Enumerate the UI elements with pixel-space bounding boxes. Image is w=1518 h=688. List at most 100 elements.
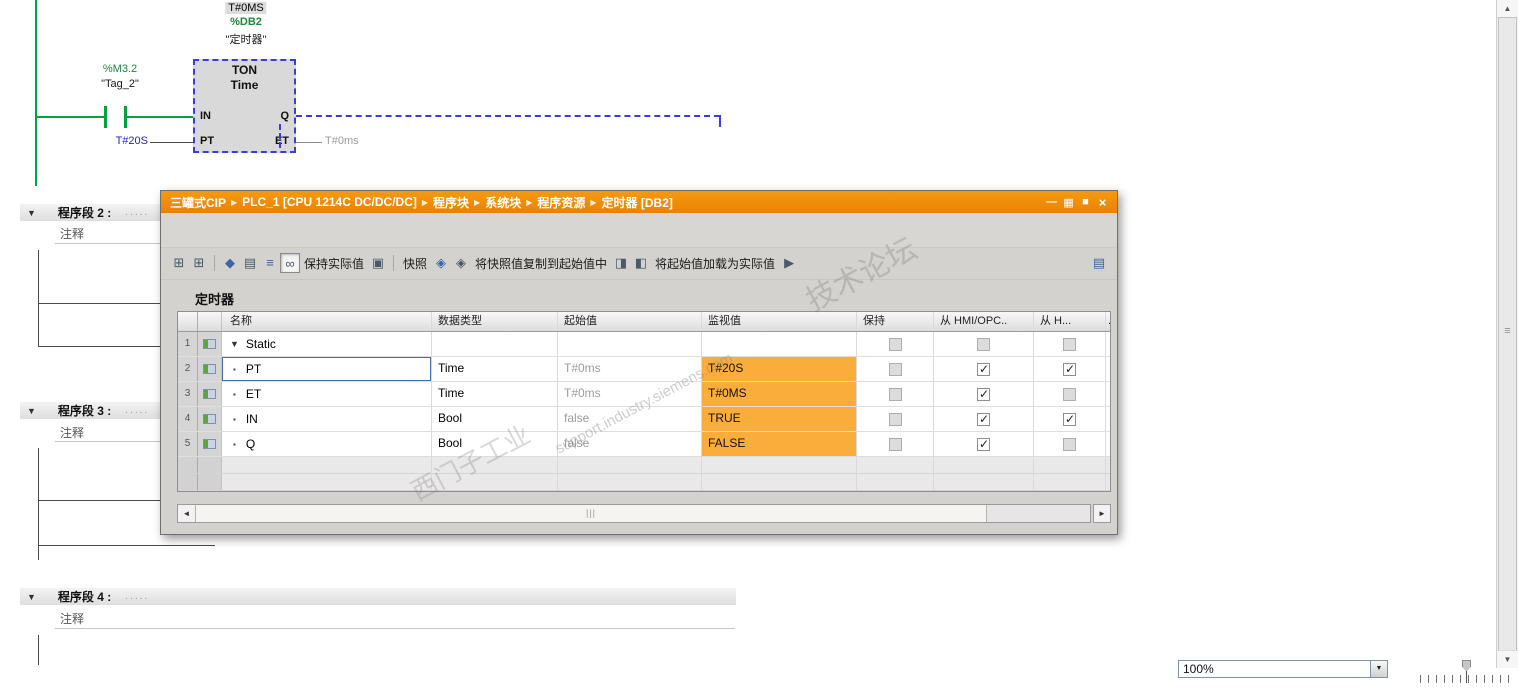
download-values-icon[interactable]: ◆: [220, 253, 240, 273]
hmi2-cell[interactable]: [1034, 332, 1106, 356]
network-4-comment[interactable]: 注释: [60, 610, 84, 627]
breadcrumb-segment[interactable]: PLC_1 [CPU 1214C DC/DC/DC]: [242, 195, 417, 209]
retain-checkbox[interactable]: [888, 337, 902, 351]
struct-expander-icon[interactable]: ▼: [230, 339, 239, 349]
copy-all-values-icon[interactable]: ◨: [611, 253, 631, 273]
column-hmi2[interactable]: 从 H...: [1034, 312, 1106, 331]
zoom-combobox[interactable]: 100% ▼: [1178, 660, 1388, 678]
initialize-values-icon[interactable]: ▤: [240, 253, 260, 273]
hmi-opc-checkbox[interactable]: [977, 437, 990, 451]
scroll-left-icon[interactable]: ◄: [178, 505, 196, 522]
network-2-comment[interactable]: 注释: [60, 225, 84, 242]
name-cell[interactable]: ▪ Q: [222, 432, 432, 456]
collapse-icon[interactable]: ▼: [27, 592, 36, 602]
network-title-placeholder[interactable]: .....: [125, 405, 149, 416]
network-title-placeholder[interactable]: .....: [125, 207, 149, 218]
hmi2-checkbox[interactable]: [1063, 337, 1076, 351]
zoom-dropdown-icon[interactable]: ▼: [1370, 661, 1387, 677]
load-snapshot-icon[interactable]: ◈: [451, 253, 471, 273]
startvalue-cell[interactable]: false: [558, 432, 702, 456]
empty-row[interactable]: [178, 457, 1110, 474]
detail-view-icon[interactable]: ▤: [1089, 253, 1109, 273]
hmi-opc-checkbox[interactable]: [977, 412, 990, 426]
hmi2-checkbox[interactable]: [1063, 362, 1076, 376]
datatype-cell[interactable]: [432, 332, 558, 356]
snapshot-button[interactable]: 快照: [403, 255, 427, 272]
hmi2-checkbox[interactable]: [1063, 437, 1076, 451]
startvalue-cell[interactable]: false: [558, 407, 702, 431]
scroll-up-icon[interactable]: ▲: [1497, 0, 1518, 18]
collapse-icon[interactable]: ▼: [27, 406, 36, 416]
breadcrumb-segment[interactable]: 程序块: [433, 194, 469, 211]
table-row[interactable]: 4 ▪ IN Bool false TRUE: [178, 407, 1110, 432]
contact-address[interactable]: %M3.2: [103, 63, 137, 75]
hmi-opc-cell[interactable]: [934, 432, 1034, 456]
network-3-comment[interactable]: 注释: [60, 424, 84, 441]
breadcrumb-segment[interactable]: 程序资源: [537, 194, 585, 211]
hmi-opc-cell[interactable]: [934, 407, 1034, 431]
table-row[interactable]: 1 ▼ Static: [178, 332, 1110, 357]
hmi-opc-checkbox[interactable]: [977, 387, 990, 401]
startvalue-cell[interactable]: T#0ms: [558, 382, 702, 406]
maximize-icon[interactable]: ■: [1077, 196, 1094, 208]
table-row[interactable]: 5 ▪ Q Bool false FALSE: [178, 432, 1110, 457]
db-name[interactable]: "定时器": [226, 31, 267, 47]
snapshot-now-icon[interactable]: ◈: [431, 253, 451, 273]
retain-cell[interactable]: [857, 382, 934, 406]
breadcrumb-segment[interactable]: 系统块: [485, 194, 521, 211]
column-datatype[interactable]: 数据类型: [432, 312, 558, 331]
collapse-icon[interactable]: ▼: [27, 208, 36, 218]
et-operand[interactable]: T#0ms: [325, 135, 359, 147]
name-cell[interactable]: ▼ Static: [222, 332, 432, 356]
hmi2-cell[interactable]: [1034, 382, 1106, 406]
table-row[interactable]: 3 ▪ ET Time T#0ms T#0MS: [178, 382, 1110, 407]
keep-actual-values-button[interactable]: 保持实际值: [304, 255, 364, 272]
column-hmi-opc[interactable]: 从 HMI/OPC..: [934, 312, 1034, 331]
horizontal-scroll-thumb[interactable]: |||: [196, 505, 987, 522]
datatype-cell[interactable]: Time: [432, 357, 558, 381]
hmi-opc-cell[interactable]: [934, 332, 1034, 356]
pin-et[interactable]: ET: [275, 135, 289, 147]
startvalue-cell[interactable]: [558, 332, 702, 356]
ton-timer-block[interactable]: TON Time IN Q PT ET: [193, 59, 296, 153]
window-titlebar[interactable]: 三罐式CIP ▶ PLC_1 [CPU 1214C DC/DC/DC] ▶ 程序块 ▶ 系统…: [161, 191, 1117, 213]
retain-cell[interactable]: [857, 332, 934, 356]
pt-operand[interactable]: T#20S: [100, 135, 148, 147]
retain-checkbox[interactable]: [888, 362, 902, 376]
close-icon[interactable]: ×: [1094, 195, 1111, 210]
network-title-placeholder[interactable]: .....: [125, 591, 149, 602]
startvalue-cell[interactable]: T#0ms: [558, 357, 702, 381]
vertical-scrollbar[interactable]: ▲ ≡ ▼: [1496, 0, 1518, 668]
hmi2-cell[interactable]: [1034, 407, 1106, 431]
name-cell[interactable]: ▪ PT: [222, 357, 432, 381]
vertical-scroll-thumb[interactable]: ≡: [1498, 17, 1517, 651]
hmi2-checkbox[interactable]: [1063, 387, 1076, 401]
name-cell[interactable]: ▪ IN: [222, 407, 432, 431]
hmi2-checkbox[interactable]: [1063, 412, 1076, 426]
hmi-opc-checkbox[interactable]: [977, 362, 990, 376]
float-window-icon[interactable]: ▦: [1060, 196, 1077, 209]
hmi2-cell[interactable]: [1034, 357, 1106, 381]
copy-snapshot-to-start-button[interactable]: 将快照值复制到起始值中: [475, 255, 607, 272]
datatype-cell[interactable]: Bool: [432, 407, 558, 431]
pin-in[interactable]: IN: [200, 110, 211, 122]
breadcrumb-segment[interactable]: 定时器 [DB2]: [602, 194, 673, 211]
network-4-header[interactable]: ▼ 程序段 4 : .....: [20, 588, 736, 605]
hmi-opc-cell[interactable]: [934, 357, 1034, 381]
keep-values-icon[interactable]: ▣: [368, 253, 388, 273]
contact-tag-name[interactable]: "Tag_2": [101, 78, 139, 90]
retain-cell[interactable]: [857, 407, 934, 431]
column-retain[interactable]: 保持: [857, 312, 934, 331]
monitor-all-icon[interactable]: ∞: [280, 253, 300, 273]
hmi-opc-checkbox[interactable]: [977, 337, 990, 351]
retain-checkbox[interactable]: [888, 412, 902, 426]
expanded-mode-icon[interactable]: ≡: [260, 253, 280, 273]
db-address[interactable]: %DB2: [230, 16, 262, 28]
retain-cell[interactable]: [857, 432, 934, 456]
insert-row-icon[interactable]: ⊞: [169, 253, 189, 273]
hmi2-cell[interactable]: [1034, 432, 1106, 456]
column-startvalue[interactable]: 起始值: [558, 312, 702, 331]
pin-pt[interactable]: PT: [200, 135, 214, 147]
column-monitorvalue[interactable]: 监视值: [702, 312, 857, 331]
zoom-slider[interactable]: [1420, 658, 1516, 686]
